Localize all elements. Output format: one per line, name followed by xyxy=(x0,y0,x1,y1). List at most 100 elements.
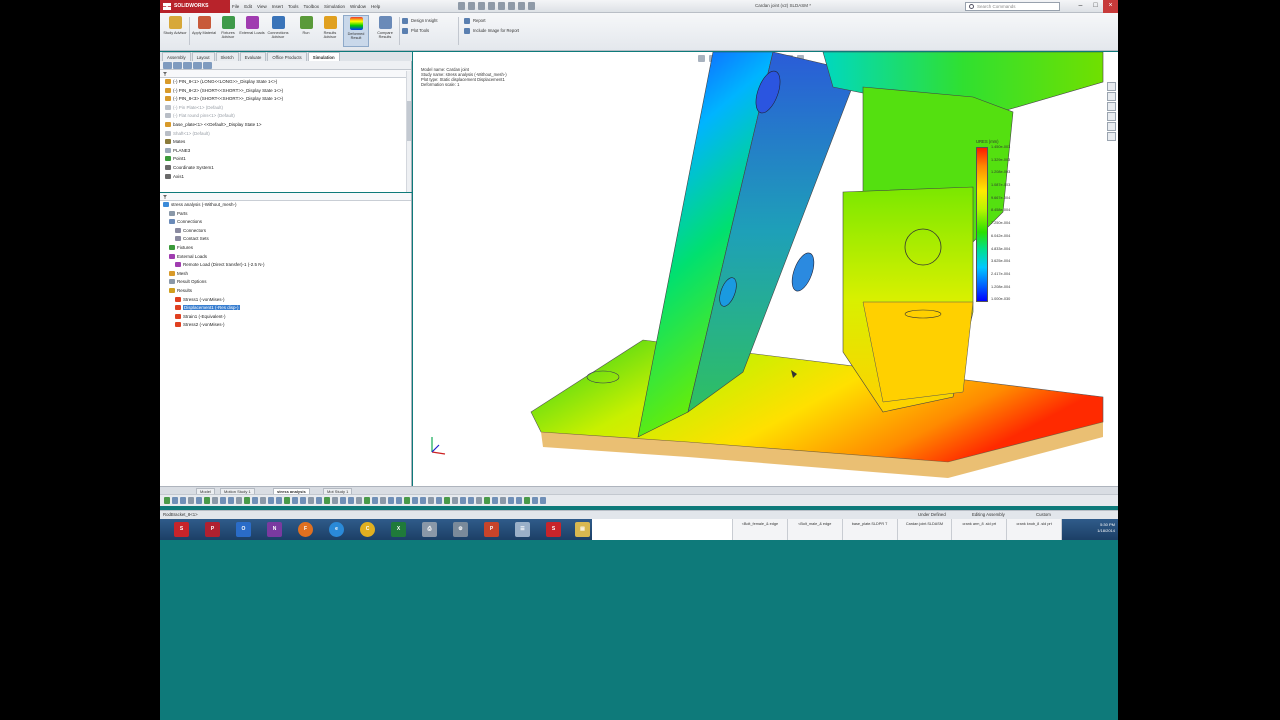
task-blank[interactable] xyxy=(592,519,733,540)
property-manager-icon[interactable] xyxy=(173,62,182,69)
sim-tree-item[interactable]: Stress1 (-vonMises-) xyxy=(163,296,411,305)
rebuild-icon[interactable] xyxy=(518,2,525,10)
task-crank-arm[interactable]: crank arm_8 .sld prt xyxy=(952,519,1008,540)
notepad-taskbar-icon[interactable]: ☰ xyxy=(515,522,530,537)
toolbar-tool-icon[interactable] xyxy=(164,497,170,504)
toolbar-tool-icon[interactable] xyxy=(268,497,274,504)
toolbar-tool-icon[interactable] xyxy=(220,497,226,504)
save-icon[interactable] xyxy=(478,2,485,10)
solidworks2-taskbar-icon[interactable]: S xyxy=(546,522,561,537)
system-clock[interactable]: 5:30 PM 1/18/2014 xyxy=(1097,522,1115,534)
task-cardan-joint[interactable]: Cardan joint.SLDASM xyxy=(898,519,953,540)
toolbar-tool-icon[interactable] xyxy=(508,497,514,504)
onenote-taskbar-icon[interactable]: N xyxy=(267,522,282,537)
toolbar-tool-icon[interactable] xyxy=(380,497,386,504)
toolbar-tool-icon[interactable] xyxy=(212,497,218,504)
toolbar-tool-icon[interactable] xyxy=(436,497,442,504)
select-icon[interactable] xyxy=(508,2,515,10)
menu-tools[interactable]: Tools xyxy=(288,3,299,11)
toolbar-tool-icon[interactable] xyxy=(308,497,314,504)
custom-properties-icon[interactable] xyxy=(1107,132,1116,141)
sim-tree-item[interactable]: Result Options xyxy=(163,278,411,287)
color-legend[interactable]: URES (mm) 1.450e-003 1.329e-003 1.208e-003… xyxy=(976,139,1036,329)
study-advisor-button[interactable]: Study Advisor xyxy=(162,15,188,47)
toolbar-tool-icon[interactable] xyxy=(492,497,498,504)
scrollbar-thumb[interactable] xyxy=(407,101,411,141)
toolbar-tool-icon[interactable] xyxy=(524,497,530,504)
tree-item[interactable]: Axis1 xyxy=(165,173,411,182)
sim-tree-item[interactable]: Results xyxy=(163,287,411,296)
tree-item[interactable]: Mates xyxy=(165,138,411,147)
printer-taskbar-icon[interactable]: ⎙ xyxy=(422,522,437,537)
task-crank-knob[interactable]: crank knob_8 .sld prt xyxy=(1007,519,1063,540)
toolbar-tool-icon[interactable] xyxy=(516,497,522,504)
tree-item[interactable]: base_plate<1> <<Default>_Display State 1… xyxy=(165,121,411,130)
file-explorer-icon[interactable] xyxy=(1107,102,1116,111)
toolbar-tool-icon[interactable] xyxy=(316,497,322,504)
toolbar-tool-icon[interactable] xyxy=(196,497,202,504)
menu-file[interactable]: File xyxy=(232,3,239,11)
tree-item[interactable]: Shaft<1> (Default) xyxy=(165,130,411,139)
undo-icon[interactable] xyxy=(498,2,505,10)
sim-tree-item[interactable]: Stress2 (-vonMises-) xyxy=(163,321,411,330)
explorer-taskbar-icon[interactable]: ▤ xyxy=(575,522,590,537)
tree-item[interactable]: (-) Flat round pins<1> (Default) xyxy=(165,112,411,121)
menu-simulation[interactable]: Simulation xyxy=(324,3,345,11)
tree-item[interactable]: (-) Pin Plate<1> (Default) xyxy=(165,104,411,113)
toolbar-tool-icon[interactable] xyxy=(500,497,506,504)
toolbar-tool-icon[interactable] xyxy=(484,497,490,504)
tree-item[interactable]: Coordinate System1 xyxy=(165,164,411,173)
run-button[interactable]: Run xyxy=(293,15,319,47)
sim-tree-filter[interactable] xyxy=(160,193,411,201)
sim-tree-item[interactable]: Mesh xyxy=(163,270,411,279)
menu-insert[interactable]: Insert xyxy=(272,3,283,11)
toolbar-tool-icon[interactable] xyxy=(540,497,546,504)
pdf-taskbar-icon[interactable]: P xyxy=(205,522,220,537)
sim-tree-item[interactable]: Remote Load (Direct transfer)-1 (-2.5 N-… xyxy=(163,261,411,270)
tab-assembly[interactable]: Assembly xyxy=(162,52,191,61)
appearances-icon[interactable] xyxy=(1107,122,1116,131)
sim-tree-item[interactable]: Connections xyxy=(163,218,411,227)
tab-layout[interactable]: Layout xyxy=(191,52,215,61)
toolbar-tool-icon[interactable] xyxy=(372,497,378,504)
search-commands-input[interactable]: Search Commands xyxy=(965,2,1060,11)
powerpoint-taskbar-icon[interactable]: P xyxy=(484,522,499,537)
toolbar-tool-icon[interactable] xyxy=(172,497,178,504)
results-advisor-button[interactable]: Results Advisor xyxy=(317,15,343,47)
toolbar-tool-icon[interactable] xyxy=(532,497,538,504)
toolbar-tool-icon[interactable] xyxy=(420,497,426,504)
design-insight-button[interactable]: Design Insight xyxy=(402,17,438,25)
menu-help[interactable]: Help xyxy=(371,3,380,11)
print-icon[interactable] xyxy=(488,2,495,10)
apply-material-button[interactable]: Apply Material xyxy=(191,15,217,47)
toolbar-tool-icon[interactable] xyxy=(452,497,458,504)
sim-tree-item[interactable]: Parts xyxy=(163,210,411,219)
toolbar-tool-icon[interactable] xyxy=(396,497,402,504)
fixtures-advisor-button[interactable]: Fixtures Advisor xyxy=(215,15,241,47)
sim-tree-item[interactable]: Connectors xyxy=(163,227,411,236)
compare-results-button[interactable]: Compare Results xyxy=(372,15,398,47)
toolbar-tool-icon[interactable] xyxy=(388,497,394,504)
connections-advisor-button[interactable]: Connections Advisor xyxy=(265,15,291,47)
toolbar-tool-icon[interactable] xyxy=(476,497,482,504)
firefox-taskbar-icon[interactable]: F xyxy=(298,522,313,537)
sim-tree-item[interactable]: Contact Sets xyxy=(163,235,411,244)
tab-sketch[interactable]: Sketch xyxy=(215,52,239,61)
sim-tree-item[interactable]: Displacement1 (-Res disp-) xyxy=(163,304,411,313)
tab-simulation[interactable]: Simulation xyxy=(307,52,340,61)
toolbar-tool-icon[interactable] xyxy=(276,497,282,504)
menu-edit[interactable]: Edit xyxy=(244,3,252,11)
menu-view[interactable]: View xyxy=(257,3,267,11)
toolbar-tool-icon[interactable] xyxy=(340,497,346,504)
solidworks-logo[interactable]: SOLIDWORKS xyxy=(160,0,230,13)
toolbar-tool-icon[interactable] xyxy=(204,497,210,504)
tab-evaluate[interactable]: Evaluate xyxy=(239,52,267,61)
report-button[interactable]: Report xyxy=(464,17,486,25)
status-units[interactable]: Custom xyxy=(1036,511,1051,519)
task-base-plate[interactable]: base_plate.SLDPR T xyxy=(843,519,898,540)
dimxpert-icon[interactable] xyxy=(193,62,202,69)
toolbar-tool-icon[interactable] xyxy=(300,497,306,504)
task-bolt-female[interactable]: <Bolt_female_& edge xyxy=(733,519,788,540)
sim-tree-item[interactable]: stress analysis (-Without_mesh-) xyxy=(163,201,411,210)
options-icon[interactable] xyxy=(528,2,535,10)
